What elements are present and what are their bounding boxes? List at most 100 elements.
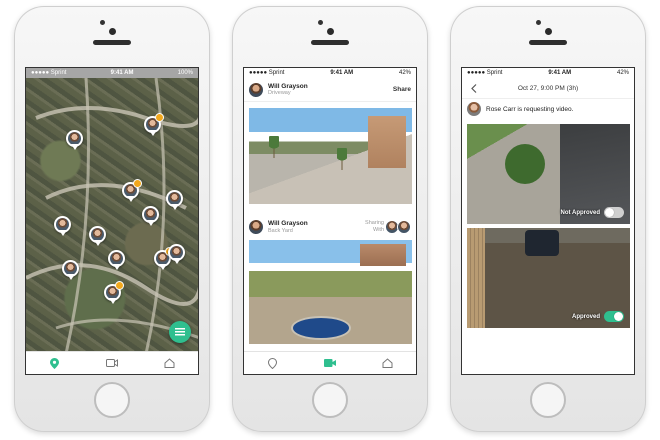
toggle-switch[interactable] <box>604 311 624 322</box>
list-fab-button[interactable] <box>169 321 191 343</box>
tab-video[interactable] <box>105 356 119 370</box>
front-camera <box>327 28 334 35</box>
list-icon <box>175 328 185 336</box>
map-roads <box>26 78 198 354</box>
screen: ●●●●● Sprint 9:41 AM 42% Will Grayson Dr… <box>243 67 417 375</box>
trampoline-graphic <box>291 316 351 340</box>
clock-label: 9:41 AM <box>330 70 354 76</box>
avatar[interactable] <box>249 82 263 97</box>
avatar[interactable] <box>249 220 263 234</box>
video-clip[interactable]: Approved <box>467 228 630 328</box>
sharing-label: Sharing <box>365 220 384 227</box>
earpiece-speaker <box>529 40 567 45</box>
status-bar: ●●●●● Sprint 9:41 AM 42% <box>244 68 416 78</box>
request-banner: Rose Carr is requesting video. <box>462 98 634 120</box>
clock-label: 9:41 AM <box>548 70 572 76</box>
status-bar: ●●●●● Sprint 9:41 AM 42% <box>462 68 634 78</box>
screen: ●●●●● Sprint 9:41 AM 42% Oct 27, 9:00 PM… <box>461 67 635 375</box>
phone-request: ●●●●● Sprint 9:41 AM 42% Oct 27, 9:00 PM… <box>450 6 646 432</box>
post-header: Will Grayson Driveway Share <box>244 78 416 102</box>
backyard-video-thumbnail[interactable] <box>249 240 412 344</box>
user-avatar <box>170 246 183 259</box>
user-avatar <box>91 228 104 241</box>
palm-graphic <box>337 148 347 170</box>
toggle-knob <box>614 312 623 321</box>
driveway-video-thumbnail[interactable] <box>249 108 412 204</box>
notification-badge <box>155 113 164 122</box>
home-button[interactable] <box>312 382 348 418</box>
user-location-pin[interactable] <box>62 260 79 280</box>
user-location-pin[interactable] <box>89 226 106 246</box>
approval-toggle[interactable]: Not Approved <box>561 207 624 218</box>
user-location-pin[interactable] <box>108 250 125 270</box>
approval-label: Not Approved <box>560 209 600 216</box>
nav-bar: Oct 27, 9:00 PM (3h) <box>462 78 634 99</box>
user-location-pin[interactable] <box>54 216 71 236</box>
tab-map[interactable] <box>48 356 62 370</box>
user-avatar <box>56 218 69 231</box>
user-location-pin[interactable] <box>122 179 142 202</box>
approval-label: Approved <box>571 313 600 320</box>
sensor <box>536 20 541 25</box>
home-icon <box>164 358 175 368</box>
tab-map[interactable] <box>266 356 280 370</box>
notification-badge <box>133 179 142 188</box>
carrier-label: ●●●●● Sprint <box>467 70 503 76</box>
chevron-left-icon <box>471 83 477 93</box>
map-pin-icon <box>268 357 278 369</box>
post-author: Will Grayson <box>268 82 308 90</box>
user-location-pin[interactable] <box>168 244 185 264</box>
post-location: Driveway <box>268 90 291 97</box>
sensor <box>100 20 105 25</box>
tab-video[interactable] <box>323 356 337 370</box>
battery-label: 42% <box>398 70 411 76</box>
house-graphic <box>368 116 406 168</box>
user-location-pin[interactable] <box>144 113 164 136</box>
video-camera-icon <box>105 359 118 367</box>
sensor <box>318 20 323 25</box>
video-camera-icon <box>323 359 336 367</box>
share-button[interactable]: Share <box>393 86 411 93</box>
carrier-label: ●●●●● Sprint <box>249 70 285 76</box>
user-avatar <box>168 192 181 205</box>
sharing-indicator[interactable]: Sharing With <box>365 220 411 234</box>
palm-graphic <box>269 136 279 158</box>
user-location-pin[interactable] <box>166 190 183 210</box>
front-camera <box>545 28 552 35</box>
request-text: Rose Carr is requesting video. <box>486 105 574 113</box>
post-author: Will Grayson <box>268 220 308 228</box>
home-button[interactable] <box>94 382 130 418</box>
clock-label: 9:41 AM <box>110 70 134 76</box>
tab-home[interactable] <box>162 356 176 370</box>
user-avatar <box>110 252 123 265</box>
video-clip[interactable]: Not Approved <box>467 124 630 224</box>
tab-bar <box>26 351 198 374</box>
front-camera <box>109 28 116 35</box>
avatar <box>467 102 481 116</box>
back-button[interactable] <box>468 82 480 94</box>
user-location-pin[interactable] <box>104 281 124 304</box>
user-location-pin[interactable] <box>66 130 83 150</box>
shared-avatar <box>397 220 411 234</box>
phone-map: ●●●●● Sprint 9:41 AM 100% <box>14 6 210 432</box>
toggle-switch[interactable] <box>604 207 624 218</box>
tree-graphic <box>505 144 545 184</box>
fence-graphic <box>467 228 485 328</box>
house-graphic <box>360 244 406 266</box>
user-avatar <box>144 208 157 221</box>
satellite-map[interactable] <box>26 78 198 354</box>
home-button[interactable] <box>530 382 566 418</box>
user-location-pin[interactable] <box>142 206 159 226</box>
map-pin-icon <box>50 357 60 369</box>
approval-toggle[interactable]: Approved <box>572 311 624 322</box>
battery-label: 100% <box>177 70 193 76</box>
screen: ●●●●● Sprint 9:41 AM 100% <box>25 67 199 375</box>
notification-badge <box>115 281 124 290</box>
tab-bar <box>244 351 416 374</box>
status-bar: ●●●●● Sprint 9:41 AM 100% <box>26 68 198 78</box>
earpiece-speaker <box>93 40 131 45</box>
page-title: Oct 27, 9:00 PM (3h) <box>517 84 579 92</box>
sharing-with-label: With <box>373 227 384 233</box>
earpiece-speaker <box>311 40 349 45</box>
tab-home[interactable] <box>380 356 394 370</box>
